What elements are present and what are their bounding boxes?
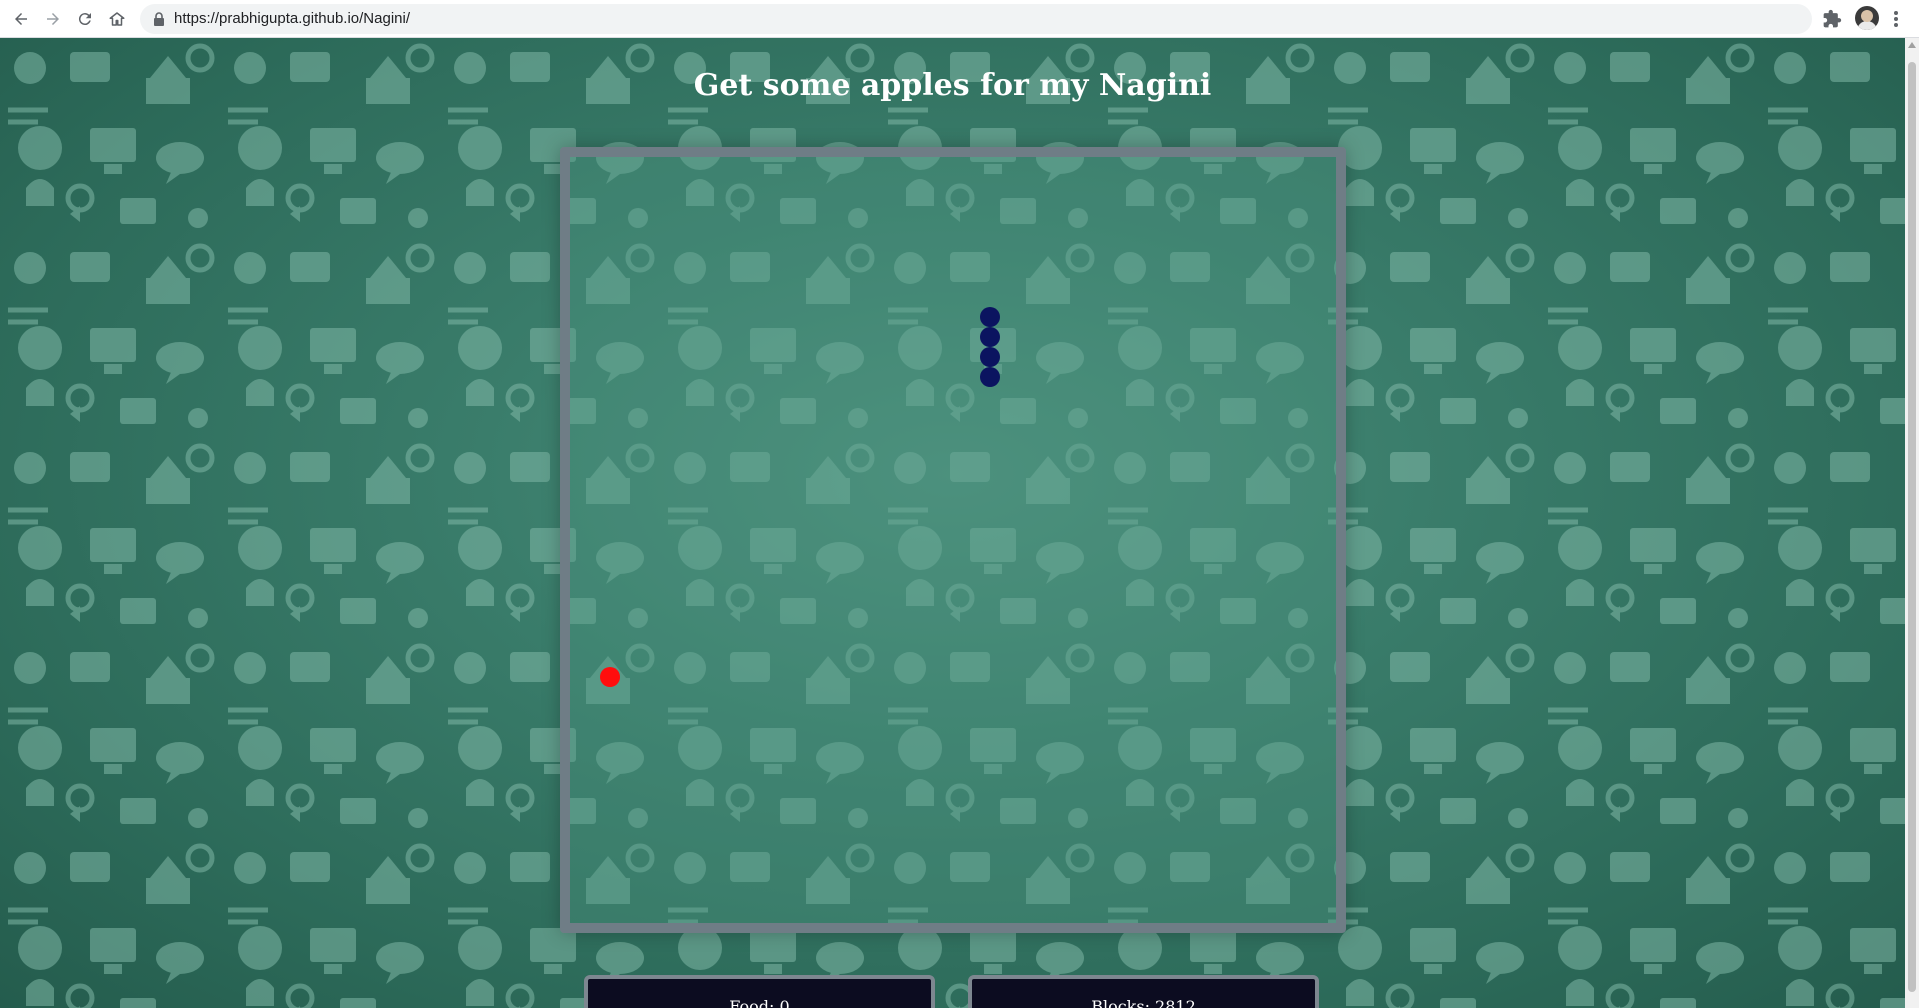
menu-icon[interactable]: [1893, 9, 1899, 29]
scrollbar-thumb[interactable]: [1908, 62, 1916, 992]
home-icon[interactable]: [104, 6, 130, 32]
scroll-up-icon[interactable]: [1908, 42, 1916, 48]
game-board[interactable]: [560, 147, 1346, 933]
food-counter-label: Food: 0: [729, 996, 790, 1008]
game-page: Get some apples for my Nagini Food: 0 Bl…: [0, 38, 1905, 1008]
extensions-icon[interactable]: [1822, 9, 1842, 29]
forward-icon[interactable]: [40, 6, 66, 32]
browser-toolbar: https://prabhigupta.github.io/Nagini/: [0, 0, 1919, 38]
snake-segment: [980, 327, 1000, 347]
snake-head: [980, 307, 1000, 327]
reload-icon[interactable]: [72, 6, 98, 32]
avatar-shoulders: [1857, 21, 1877, 30]
avatar-face: [1861, 10, 1873, 22]
snake-segment: [980, 347, 1000, 367]
blocks-counter-label: Blocks: 2812: [1091, 996, 1196, 1008]
lock-icon: [154, 12, 164, 26]
snake-segment: [980, 367, 1000, 387]
page-scrollbar[interactable]: [1905, 38, 1919, 1008]
page-title: Get some apples for my Nagini: [693, 68, 1212, 103]
address-bar[interactable]: https://prabhigupta.github.io/Nagini/: [140, 4, 1812, 34]
address-bar-url[interactable]: https://prabhigupta.github.io/Nagini/: [174, 10, 410, 27]
profile-avatar[interactable]: [1855, 6, 1879, 30]
blocks-counter: Blocks: 2812: [968, 975, 1319, 1008]
apple-food: [600, 667, 620, 687]
food-counter: Food: 0: [584, 975, 935, 1008]
back-icon[interactable]: [8, 6, 34, 32]
